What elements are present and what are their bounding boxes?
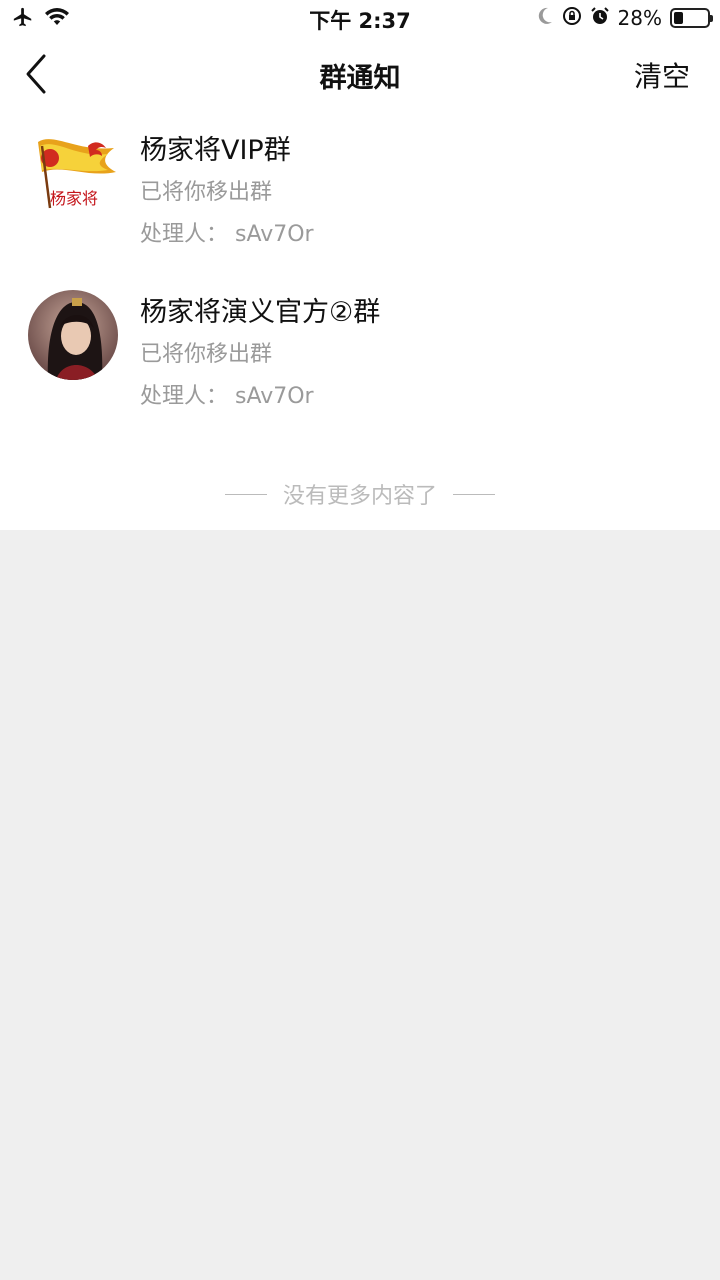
orientation-lock-icon [562, 6, 582, 30]
status-bar: 下午 2:37 28% [0, 0, 720, 36]
alarm-icon [590, 6, 610, 30]
notice-status: 已将你移出群 [140, 342, 273, 367]
battery-percent: 28% [617, 6, 662, 30]
group-avatar-flag[interactable]: 杨家将 [28, 128, 118, 218]
moon-icon [536, 6, 554, 30]
divider-left [224, 493, 267, 495]
battery-level-fill [674, 12, 683, 24]
nav-bar: 群通知 清空 [0, 38, 720, 110]
list-item[interactable]: 杨家将演义官方②群 已将你移出群 处理人： sAv7Or [0, 290, 720, 440]
page-title: 群通知 [319, 63, 401, 94]
no-more-content-text: 没有更多内容了 [282, 484, 437, 509]
avatar-logo-text: 杨家将 [50, 189, 98, 208]
handler-label: 处理人： sAv7Or [140, 384, 314, 409]
divider-right [453, 493, 495, 495]
notice-status: 已将你移出群 [140, 180, 273, 205]
battery-icon [670, 8, 713, 28]
handler-label: 处理人： sAv7Or [140, 222, 314, 247]
list-item[interactable]: 杨家将 杨家将VIP群 已将你移出群 处理人： sAv7Or [0, 128, 720, 278]
group-avatar-portrait[interactable] [28, 290, 118, 380]
group-name: 杨家将演义官方②群 [140, 297, 381, 328]
clear-button[interactable]: 清空 [634, 55, 690, 95]
end-of-list: 没有更多内容了 [0, 478, 720, 510]
group-name: 杨家将VIP群 [140, 135, 291, 166]
